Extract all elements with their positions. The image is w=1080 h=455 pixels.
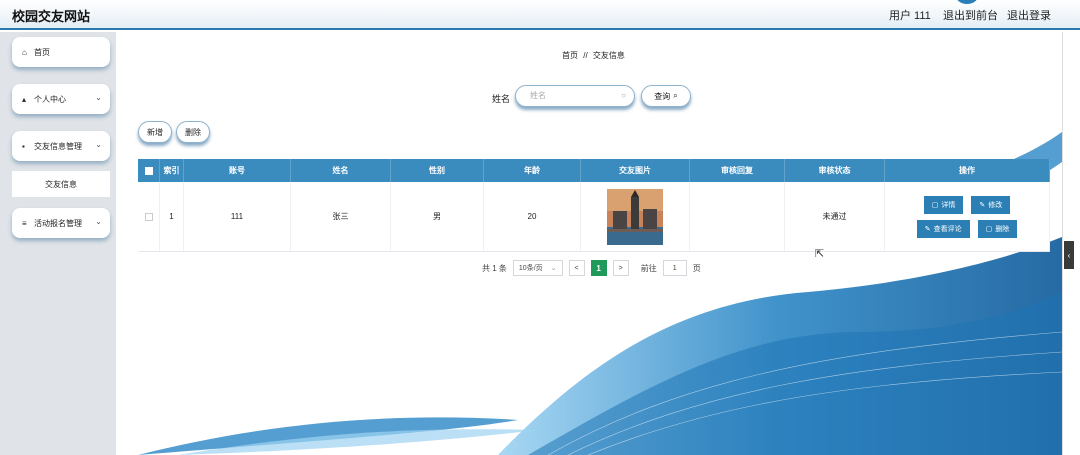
cell-reply (690, 182, 785, 251)
column-header: 操作 (885, 159, 1050, 182)
edit-label: 修改 (988, 201, 1003, 209)
page-size-select[interactable]: 10条/页 ⌄ (512, 260, 563, 276)
detail-label: 详情 (941, 201, 956, 209)
search-icon: ○ (621, 91, 626, 100)
sidebar-item-label: 交友信息管理 (34, 141, 82, 151)
prev-page-button[interactable]: < (568, 260, 585, 276)
current-page[interactable]: 1 (590, 260, 607, 276)
user-label: 用户 111 (889, 10, 931, 22)
grid-icon: ▪ (22, 141, 25, 151)
breadcrumb: 首页 // 交友信息 (562, 50, 625, 61)
sidebar-item-label: 活动报名管理 (34, 218, 82, 228)
chevron-down-icon: ⌄ (550, 265, 557, 272)
pagination: 共 1 条 10条/页 ⌄ < 1 > 前往 1 页 (482, 260, 701, 276)
add-button[interactable]: 新增 (138, 121, 172, 143)
cell-age: 20 (484, 182, 581, 251)
sidebar-item-home[interactable]: ⌂ 首页 (12, 37, 110, 67)
cell-photo (581, 182, 690, 251)
row-delete-label: 删除 (995, 225, 1010, 233)
chevron-down-icon: ⌄ (95, 93, 102, 102)
pager-total: 共 1 条 (482, 263, 507, 273)
chevron-left-icon: ‹ (1067, 250, 1071, 260)
cell-account: 111 (184, 182, 291, 251)
column-header: 交友图片 (581, 159, 690, 182)
chevron-down-icon: ⌄ (95, 140, 102, 149)
edit-icon: ✎ (924, 225, 931, 233)
edit-button[interactable]: ✎ 修改 (971, 195, 1011, 214)
column-header: 姓名 (291, 159, 391, 182)
delete-button[interactable]: 删除 (176, 121, 210, 143)
mouse-cursor-icon: ⇱ (815, 248, 825, 260)
cell-gender: 男 (391, 182, 484, 251)
person-icon: ▴ (22, 94, 27, 104)
avatar[interactable] (956, 0, 978, 4)
table-header: 索引 账号 姓名 性别 年龄 交友图片 审核回复 审核状态 操作 (138, 159, 1050, 182)
breadcrumb-current: 交友信息 (592, 51, 625, 60)
column-header: 账号 (184, 159, 291, 182)
select-all-checkbox[interactable] (138, 159, 160, 182)
search-icon: ⌕ (673, 91, 678, 100)
detail-button[interactable]: ▢ 详情 (923, 195, 964, 214)
detail-icon: ▢ (931, 201, 939, 209)
sidebar-item-label: 个人中心 (34, 94, 66, 104)
back-to-front-link[interactable]: 退出到前台 (943, 7, 998, 23)
table-row: 1 111 张三 男 20 未通过 ▢ 详情 ✎ 修改 ✎ 查看评论 ▢ 删除 (138, 182, 1050, 252)
view-reviews-label: 查看评论 (933, 225, 962, 233)
main-content: 首页 // 交友信息 姓名 姓名 ○ 查询 ⌕ 新增 删除 索引 账号 姓名 性… (118, 32, 1062, 455)
page-unit-label: 页 (692, 263, 701, 273)
breadcrumb-separator: // (583, 51, 588, 60)
chevron-down-icon: ⌄ (95, 217, 102, 226)
search-placeholder: 姓名 (530, 91, 546, 100)
site-title: 校园交友网站 (12, 9, 91, 24)
home-icon: ⌂ (22, 47, 27, 57)
sidebar-item-activity-mgmt[interactable]: ≡ 活动报名管理 ⌄ (12, 208, 110, 238)
row-delete-button[interactable]: ▢ 删除 (977, 219, 1018, 238)
trash-icon: ▢ (985, 225, 993, 233)
data-table: 索引 账号 姓名 性别 年龄 交友图片 审核回复 审核状态 操作 1 111 张… (138, 159, 1050, 252)
logout-link[interactable]: 退出登录 (1007, 7, 1051, 23)
goto-label: 前往 (640, 263, 657, 273)
sidebar-subitem-dating-info[interactable]: 交友信息 (12, 171, 110, 197)
list-icon: ≡ (22, 218, 27, 228)
cell-index: 1 (160, 182, 184, 251)
query-button[interactable]: 查询 ⌕ (641, 85, 691, 107)
goto-page-input[interactable]: 1 (662, 260, 687, 276)
column-header: 索引 (160, 159, 184, 182)
cell-operations: ▢ 详情 ✎ 修改 ✎ 查看评论 ▢ 删除 (885, 182, 1050, 251)
sidebar-item-personal-center[interactable]: ▴ 个人中心 ⌄ (12, 84, 110, 114)
city-tower-photo[interactable] (607, 188, 663, 245)
row-checkbox[interactable] (138, 182, 160, 251)
view-reviews-button[interactable]: ✎ 查看评论 (916, 219, 970, 238)
column-header: 审核回复 (690, 159, 785, 182)
sidebar-item-dating-info-mgmt[interactable]: ▪ 交友信息管理 ⌄ (12, 131, 110, 161)
column-header: 审核状态 (785, 159, 885, 182)
cell-status: 未通过 (785, 182, 885, 251)
query-button-label: 查询 (654, 91, 671, 101)
search-label: 姓名 (492, 94, 511, 104)
edit-icon: ✎ (979, 201, 986, 209)
top-header: 校园交友网站 用户 111 退出到前台 退出登录 (0, 0, 1080, 30)
next-page-button[interactable]: > (612, 260, 629, 276)
cell-name: 张三 (291, 182, 391, 251)
collapse-handle[interactable]: ‹ (1064, 241, 1074, 269)
breadcrumb-home[interactable]: 首页 (562, 51, 578, 60)
column-header: 性别 (391, 159, 484, 182)
page-size-value: 10条/页 (518, 265, 543, 272)
column-header: 年龄 (484, 159, 581, 182)
search-input[interactable]: 姓名 ○ (515, 85, 635, 107)
sidebar-item-label: 首页 (34, 47, 50, 57)
